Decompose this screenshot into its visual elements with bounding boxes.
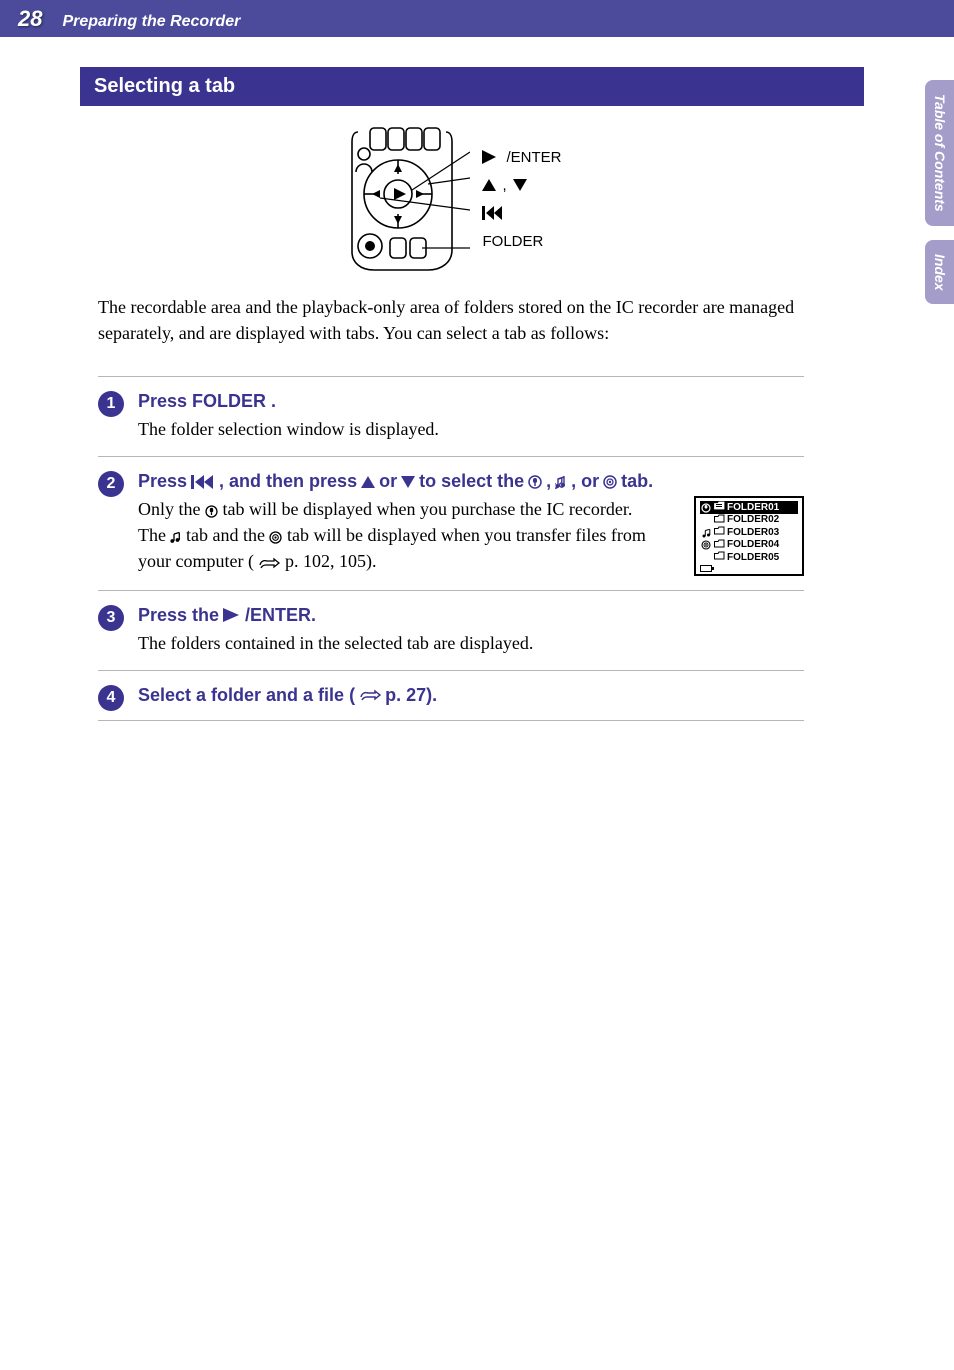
step-4-title-b: p. 27). bbox=[385, 685, 437, 706]
play-icon bbox=[223, 608, 241, 622]
step-3-title-a: Press the bbox=[138, 605, 219, 626]
tab-index[interactable]: Index bbox=[925, 240, 954, 305]
voice-tab-icon bbox=[528, 475, 542, 489]
folder-icon bbox=[714, 539, 725, 552]
device-diagram: /ENTER , bbox=[98, 124, 804, 274]
side-tabs: Table of Contents Index bbox=[925, 80, 954, 304]
step-2-title: Press , and then press or to select the … bbox=[138, 471, 804, 492]
divider bbox=[98, 720, 804, 721]
up-triangle-icon bbox=[361, 476, 375, 488]
step-1: 1 Press FOLDER . The folder selection wi… bbox=[98, 391, 804, 442]
step-2-body-a: Only the bbox=[138, 499, 205, 519]
skip-back-icon bbox=[191, 475, 215, 489]
folder-name: FOLDER03 bbox=[727, 527, 779, 539]
folder-icon bbox=[714, 501, 725, 514]
label-enter: /ENTER bbox=[482, 146, 561, 168]
step-3-title-b: /ENTER. bbox=[245, 605, 316, 626]
step-4: 4 Select a folder and a file ( p. 27). bbox=[98, 685, 804, 706]
up-triangle-icon bbox=[482, 179, 496, 191]
diagram-labels: /ENTER , bbox=[482, 146, 561, 252]
folder-icon bbox=[714, 526, 725, 539]
pointer-hand-icon bbox=[359, 688, 381, 702]
step-2-title-e: , bbox=[546, 471, 551, 492]
voice-tab-icon bbox=[700, 503, 712, 513]
down-triangle-icon bbox=[513, 179, 527, 191]
voice-tab-icon bbox=[205, 505, 218, 518]
folder-icon bbox=[714, 514, 725, 527]
play-icon bbox=[482, 150, 500, 164]
music-tab-icon bbox=[700, 528, 712, 538]
step-marker-3: 3 bbox=[98, 605, 124, 631]
music-tab-icon bbox=[555, 475, 567, 489]
folder-name: FOLDER05 bbox=[727, 552, 779, 564]
step-2-title-c: or bbox=[379, 471, 397, 492]
divider bbox=[98, 456, 804, 457]
label-comma: , bbox=[502, 177, 506, 194]
step-2-title-b: , and then press bbox=[219, 471, 357, 492]
lcd-row: FOLDER01 bbox=[700, 501, 798, 514]
step-3-title: Press the /ENTER. bbox=[138, 605, 804, 626]
step-2-title-g: tab. bbox=[621, 471, 653, 492]
divider bbox=[98, 590, 804, 591]
label-prev bbox=[482, 202, 561, 224]
step-2: 2 Press , and then press or to select th… bbox=[98, 471, 804, 576]
step-marker-4: 4 bbox=[98, 685, 124, 711]
lcd-row: FOLDER02 bbox=[700, 514, 798, 527]
step-2-body: Only the tab will be displayed when you … bbox=[138, 496, 804, 576]
step-2-title-d: to select the bbox=[419, 471, 524, 492]
folder-icon bbox=[714, 551, 725, 564]
step-2-body-b: tab will be displayed when you purchase … bbox=[223, 499, 633, 519]
step-3-body: The folders contained in the selected ta… bbox=[138, 630, 804, 656]
lcd-row: FOLDER04 bbox=[700, 539, 798, 552]
skip-back-icon bbox=[482, 206, 504, 220]
label-enter-text: /ENTER bbox=[506, 149, 561, 166]
tab-table-of-contents[interactable]: Table of Contents bbox=[925, 80, 954, 226]
recorder-controls-illustration bbox=[340, 124, 470, 274]
step-2-title-a: Press bbox=[138, 471, 187, 492]
breadcrumb: Preparing the Recorder bbox=[62, 13, 240, 31]
step-2-body-d: tab and the bbox=[186, 525, 269, 545]
down-triangle-icon bbox=[401, 476, 415, 488]
step-1-title: Press FOLDER . bbox=[138, 391, 804, 412]
step-marker-2: 2 bbox=[98, 471, 124, 497]
lcd-row: FOLDER03 bbox=[700, 526, 798, 539]
page-content: Selecting a tab bbox=[0, 37, 954, 765]
podcast-tab-icon bbox=[269, 531, 282, 544]
page-number: 28 bbox=[18, 6, 42, 32]
step-2-body-f: p. 102, 105). bbox=[285, 551, 377, 571]
step-3: 3 Press the /ENTER. The folders containe… bbox=[98, 605, 804, 656]
intro-paragraph: The recordable area and the playback-onl… bbox=[98, 294, 804, 346]
step-1-title-text: Press FOLDER . bbox=[138, 391, 276, 412]
pointer-hand-icon bbox=[258, 556, 280, 570]
lcd-row: FOLDER05 bbox=[700, 551, 798, 564]
battery-icon bbox=[700, 565, 712, 572]
label-updown: , bbox=[482, 174, 561, 196]
music-tab-icon bbox=[170, 531, 181, 544]
divider bbox=[98, 376, 804, 377]
step-2-body-c: The bbox=[138, 525, 170, 545]
step-4-title-a: Select a folder and a file ( bbox=[138, 685, 355, 706]
label-folder: FOLDER bbox=[482, 230, 561, 252]
step-1-body: The folder selection window is displayed… bbox=[138, 416, 804, 442]
step-marker-1: 1 bbox=[98, 391, 124, 417]
label-folder-text: FOLDER bbox=[482, 233, 543, 250]
podcast-tab-icon bbox=[700, 540, 712, 550]
folder-name: FOLDER01 bbox=[727, 502, 779, 514]
section-heading: Selecting a tab bbox=[80, 67, 864, 106]
step-2-title-f: , or bbox=[571, 471, 599, 492]
step-4-title: Select a folder and a file ( p. 27). bbox=[138, 685, 804, 706]
divider bbox=[98, 670, 804, 671]
lcd-folder-list: FOLDER01 FOLDER02 bbox=[694, 496, 804, 576]
folder-name: FOLDER04 bbox=[727, 539, 779, 551]
folder-name: FOLDER02 bbox=[727, 514, 779, 526]
podcast-tab-icon bbox=[603, 475, 617, 489]
page-header: 28 Preparing the Recorder bbox=[0, 0, 954, 37]
